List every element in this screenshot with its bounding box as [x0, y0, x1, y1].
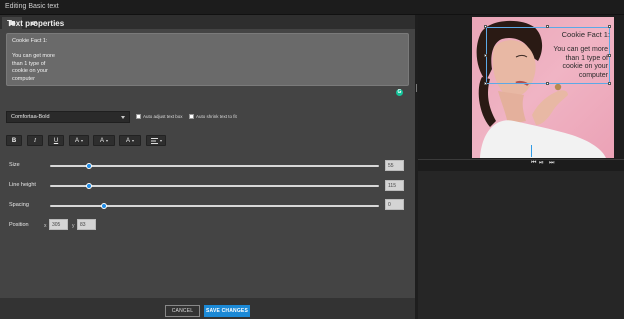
skip-forward-icon[interactable]: ⏭	[549, 160, 554, 167]
line-height-label: Line height	[9, 182, 36, 188]
size-slider[interactable]	[50, 163, 379, 169]
auto-adjust-checkbox[interactable]: Auto adjust text box	[136, 114, 183, 119]
grammarly-icon[interactable]: G	[396, 89, 403, 96]
italic-label: I	[34, 137, 36, 144]
playback-controls	[418, 159, 624, 171]
resize-handle[interactable]	[416, 84, 417, 92]
text-background-button[interactable]: A	[119, 135, 141, 146]
resize-handle-w[interactable]	[484, 54, 487, 57]
resize-handle-se[interactable]	[608, 82, 611, 85]
resize-handle-s[interactable]	[546, 82, 549, 85]
resize-handle-ne[interactable]	[608, 25, 611, 28]
highlight-label: A	[99, 137, 104, 144]
underline-label: U	[53, 137, 59, 144]
chevron-down-icon	[106, 139, 108, 142]
bold-label: B	[11, 137, 17, 144]
text-bg-label: A	[125, 137, 130, 144]
align-button[interactable]	[146, 135, 166, 146]
line-height-slider[interactable]	[50, 183, 379, 189]
position-y-input[interactable]: 83	[77, 219, 96, 230]
spacing-input[interactable]: 0	[385, 199, 404, 210]
x-axis-label: x	[44, 223, 47, 229]
bold-button[interactable]: B	[6, 135, 22, 146]
window-title: Editing Basic text	[5, 3, 59, 10]
position-x-input[interactable]: 305	[49, 219, 68, 230]
auto-adjust-label: Auto adjust text box	[143, 114, 183, 119]
save-changes-button[interactable]: SAVE CHANGES	[204, 305, 250, 317]
cancel-button[interactable]: CANCEL	[165, 305, 200, 317]
highlight-button[interactable]: A	[93, 135, 115, 146]
resize-handle-nw[interactable]	[484, 25, 487, 28]
italic-button[interactable]: I	[27, 135, 43, 146]
chevron-down-icon	[132, 139, 134, 142]
resize-handle-n[interactable]	[546, 25, 549, 28]
font-select-value: Comfortaa-Bold	[11, 114, 50, 120]
text-content-input[interactable]: Cookie Fact 1: You can get more than 1 t…	[6, 33, 409, 86]
size-label: Size	[9, 162, 20, 168]
spacing-label: Spacing	[9, 202, 29, 208]
checkbox-box[interactable]	[189, 114, 194, 119]
spacing-slider[interactable]	[50, 203, 379, 209]
font-dropdown[interactable]: Comfortaa-Bold	[6, 111, 130, 123]
auto-shrink-label: Auto shrink text to fit	[196, 114, 237, 119]
chevron-down-icon	[159, 139, 162, 142]
preview-caption-body: You can get more than 1 type of cookie o…	[553, 46, 608, 79]
checkbox-box[interactable]	[136, 114, 141, 119]
line-height-input[interactable]: 115	[385, 180, 404, 191]
playhead-marker[interactable]	[531, 145, 532, 157]
chevron-down-icon	[121, 116, 125, 119]
align-left-icon	[150, 137, 158, 144]
underline-button[interactable]: U	[48, 135, 64, 146]
font-color-label: A	[74, 137, 79, 144]
resize-handle-sw[interactable]	[484, 82, 487, 85]
resize-handle-e[interactable]	[608, 54, 611, 57]
skip-back-icon[interactable]: ⏮	[531, 160, 536, 167]
play-icon[interactable]: ⏯	[539, 160, 544, 167]
size-input[interactable]: 55	[385, 160, 404, 171]
font-color-button[interactable]: A	[69, 135, 89, 146]
position-label: Position	[9, 222, 29, 228]
panel-heading: Text properties	[7, 19, 65, 28]
chevron-down-icon	[81, 139, 83, 142]
auto-shrink-checkbox[interactable]: Auto shrink text to fit	[189, 114, 237, 119]
title-bar: Editing Basic text	[0, 0, 624, 15]
y-axis-label: y	[72, 223, 75, 229]
preview-caption-title: Cookie Fact 1:	[561, 30, 610, 39]
